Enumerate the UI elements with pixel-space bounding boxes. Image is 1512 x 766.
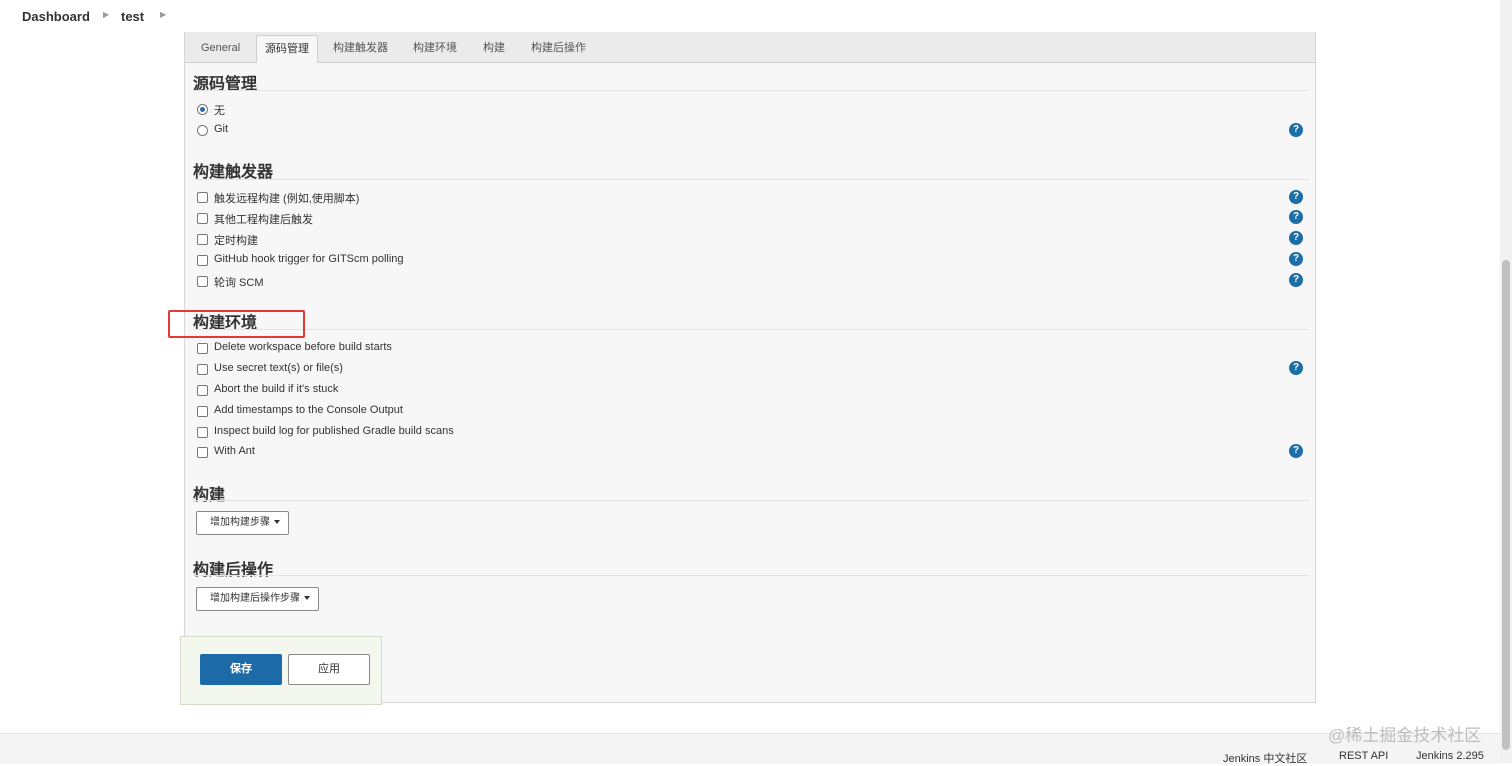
caret-down-icon (274, 520, 280, 525)
footer-rest-api-link[interactable]: REST API (1339, 750, 1388, 762)
breadcrumb-dashboard[interactable]: Dashboard (22, 9, 90, 24)
scm-option-label: 无 (214, 105, 225, 117)
breadcrumb: Dashboard ▶ test ▶ (0, 0, 1500, 32)
breadcrumb-test[interactable]: test (121, 9, 144, 24)
add-post-build-step-button[interactable]: 增加构建后操作步骤 (196, 587, 319, 611)
checkbox-icon[interactable] (197, 447, 208, 458)
save-button[interactable]: 保存 (200, 654, 282, 685)
footer-community-link[interactable]: Jenkins 中文社区 (1223, 750, 1307, 766)
env-label: Delete workspace before build starts (214, 341, 392, 353)
config-panel: General 源码管理 构建触发器 构建环境 构建 构建后操作 源码管理 无 … (184, 32, 1316, 703)
trigger-label: 其他工程构建后触发 (214, 214, 313, 226)
env-label: Add timestamps to the Console Output (214, 404, 403, 416)
add-build-step-label: 增加构建步骤 (210, 517, 270, 528)
trigger-label: 触发远程构建 (例如,使用脚本) (214, 193, 360, 205)
tab-triggers[interactable]: 构建触发器 (325, 35, 396, 61)
checkbox-icon[interactable] (197, 234, 208, 245)
env-label: Inspect build log for published Gradle b… (214, 425, 454, 437)
section-title-post-build: 构建后操作 (193, 562, 274, 579)
section-divider (193, 329, 1309, 330)
help-icon[interactable]: ? (1289, 361, 1303, 375)
checkbox-icon[interactable] (197, 213, 208, 224)
add-build-step-button[interactable]: 增加构建步骤 (196, 511, 289, 535)
help-icon[interactable]: ? (1289, 444, 1303, 458)
chevron-right-icon[interactable]: ▶ (160, 10, 166, 19)
checkbox-icon[interactable] (197, 343, 208, 354)
save-bar: 保存 应用 (180, 636, 382, 705)
add-post-build-step-label: 增加构建后操作步骤 (210, 593, 300, 604)
highlight-annotation-box (168, 310, 305, 338)
checkbox-icon[interactable] (197, 385, 208, 396)
footer: Jenkins 中文社区 REST API Jenkins 2.295 (0, 733, 1500, 766)
env-label: Abort the build if it's stuck (214, 383, 339, 395)
apply-button[interactable]: 应用 (288, 654, 370, 685)
help-icon[interactable]: ? (1289, 210, 1303, 224)
tab-general[interactable]: General (193, 35, 248, 61)
help-icon[interactable]: ? (1289, 231, 1303, 245)
help-icon[interactable]: ? (1289, 190, 1303, 204)
chevron-right-icon[interactable]: ▶ (103, 10, 109, 19)
section-divider (193, 575, 1309, 576)
trigger-label: 定时构建 (214, 235, 258, 247)
checkbox-icon[interactable] (197, 276, 208, 287)
trigger-label: 轮询 SCM (214, 277, 264, 289)
checkbox-icon[interactable] (197, 364, 208, 375)
trigger-label: GitHub hook trigger for GITScm polling (214, 253, 404, 265)
radio-checked-icon[interactable] (197, 104, 208, 115)
checkbox-icon[interactable] (197, 192, 208, 203)
section-divider (193, 500, 1309, 501)
page-scrollbar[interactable] (1500, 0, 1512, 763)
tab-post-build[interactable]: 构建后操作 (523, 35, 594, 61)
section-divider (193, 179, 1309, 180)
checkbox-icon[interactable] (197, 427, 208, 438)
tab-scm[interactable]: 源码管理 (256, 35, 318, 63)
radio-unchecked-icon[interactable] (197, 125, 208, 136)
section-title-build: 构建 (193, 487, 226, 504)
tab-build[interactable]: 构建 (475, 35, 513, 61)
checkbox-icon[interactable] (197, 406, 208, 417)
section-divider (193, 90, 1309, 91)
help-icon[interactable]: ? (1289, 123, 1303, 137)
scrollbar-thumb[interactable] (1502, 260, 1510, 750)
watermark-text: @稀土掘金技术社区 (1328, 726, 1482, 745)
help-icon[interactable]: ? (1289, 273, 1303, 287)
config-tabbar: General 源码管理 构建触发器 构建环境 构建 构建后操作 (185, 32, 1315, 63)
scm-option-label: Git (214, 123, 229, 135)
caret-down-icon (304, 596, 310, 601)
checkbox-icon[interactable] (197, 255, 208, 266)
tab-environment[interactable]: 构建环境 (405, 35, 465, 61)
footer-version-link[interactable]: Jenkins 2.295 (1416, 750, 1484, 762)
env-label: With Ant (214, 445, 255, 457)
help-icon[interactable]: ? (1289, 252, 1303, 266)
env-label: Use secret text(s) or file(s) (214, 362, 343, 374)
